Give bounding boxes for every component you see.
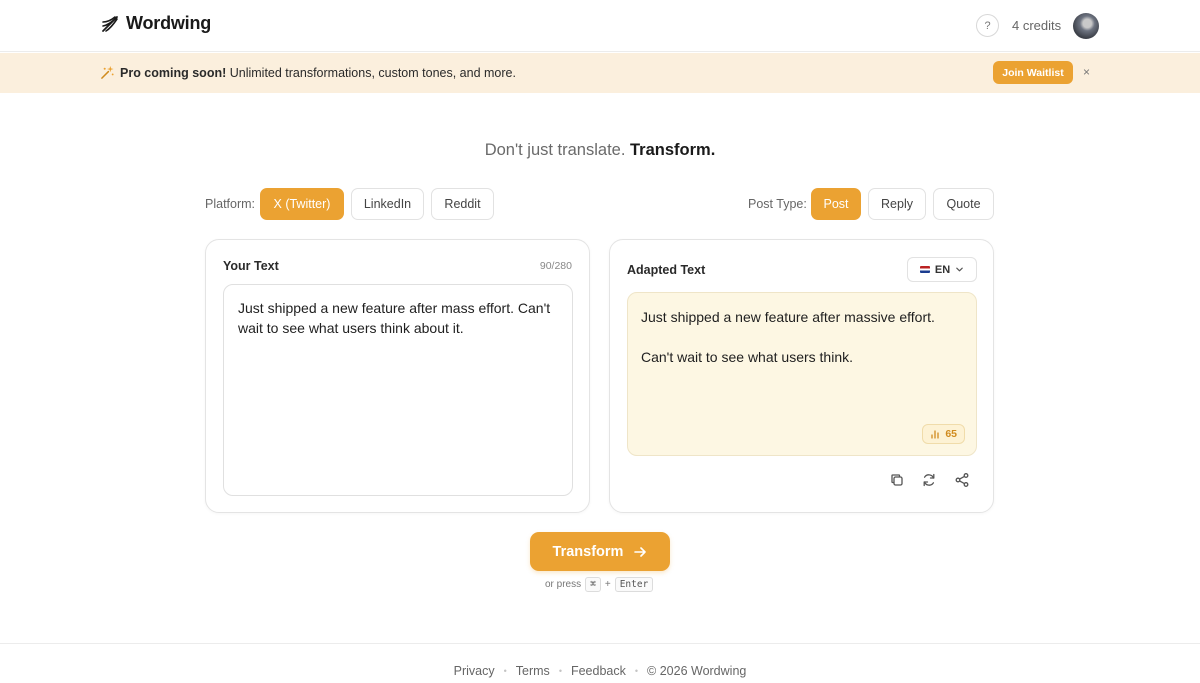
output-paragraph: Just shipped a new feature after massive… [641,309,935,325]
separator: • [634,666,639,676]
score-badge: 65 [922,424,965,444]
brand-logo[interactable]: Wordwing [100,13,211,34]
adapted-text-output: Just shipped a new feature after massive… [627,292,977,456]
output-card-title: Adapted Text [627,263,706,277]
post-type-reply-button[interactable]: Reply [868,188,926,220]
wing-icon [102,15,118,32]
platform-x-button[interactable]: X (Twitter) [260,188,344,220]
pro-banner: Pro coming soon! Unlimited transformatio… [0,53,1200,93]
footer-link-privacy[interactable]: Privacy [454,664,495,678]
tagline-lead: Don't just translate. [484,141,626,159]
copyright: © 2026 Wordwing [647,664,747,678]
credits-count: 4 credits [1012,18,1062,33]
bar-chart-icon [931,430,939,439]
brand-name: Wordwing [126,13,212,33]
language-code: EN [934,263,951,276]
output-paragraph: Can't wait to see what users think. [641,349,853,365]
score-value: 65 [945,428,957,440]
input-card-title: Your Text [223,259,279,273]
arrow-right-icon [634,546,647,557]
platform-label: Platform: [205,197,256,211]
post-type-post-button[interactable]: Post [811,188,861,220]
language-selector[interactable]: EN [907,257,977,282]
enter-key: Enter [614,577,654,592]
tagline: Don't just translate. Transform. [0,141,1200,160]
share-icon[interactable] [954,472,970,488]
footer-link-terms[interactable]: Terms [516,664,550,678]
refresh-icon[interactable] [921,472,937,488]
footer-link-feedback[interactable]: Feedback [571,664,626,678]
character-counter: 90/280 [539,260,572,272]
post-type-quote-button[interactable]: Quote [933,188,994,220]
footer-links: Privacy • Terms • Feedback • © 2026 Word… [0,664,1200,678]
copy-icon[interactable] [889,472,905,488]
close-icon[interactable]: × [1083,65,1090,79]
input-card: Your Text 90/280 Just shipped a new feat… [205,239,590,513]
platform-linkedin-button[interactable]: LinkedIn [351,188,424,220]
hint-prefix: or press [545,579,582,590]
hint-plus: + [604,579,611,590]
flag-icon [919,266,930,273]
banner-highlight: Pro coming soon! [120,66,227,80]
transform-label: Transform [552,543,624,560]
join-waitlist-button[interactable]: Join Waitlist [993,61,1073,84]
sparkle-icon [101,65,114,79]
chevron-down-icon [956,267,963,272]
banner-message: Pro coming soon! Unlimited transformatio… [120,66,516,80]
separator: • [503,666,507,676]
footer: Privacy • Terms • Feedback • © 2026 Word… [0,643,1200,683]
input-textarea[interactable]: Just shipped a new feature after mass ef… [223,284,573,496]
keyboard-hint: or press ⌘ + Enter [545,577,654,592]
avatar[interactable] [1073,13,1099,39]
top-header: Wordwing ? 4 credits [0,0,1200,52]
transform-button[interactable]: Transform [530,532,670,571]
output-card: Adapted Text EN Just shipped a new featu… [609,239,994,513]
help-button[interactable]: ? [976,14,999,37]
tagline-emphasis: Transform. [630,141,716,159]
post-type-label: Post Type: [748,197,807,211]
separator: • [558,666,562,676]
banner-text: Unlimited transformations, custom tones,… [226,66,516,80]
cmd-key: ⌘ [585,577,601,592]
platform-reddit-button[interactable]: Reddit [431,188,494,220]
